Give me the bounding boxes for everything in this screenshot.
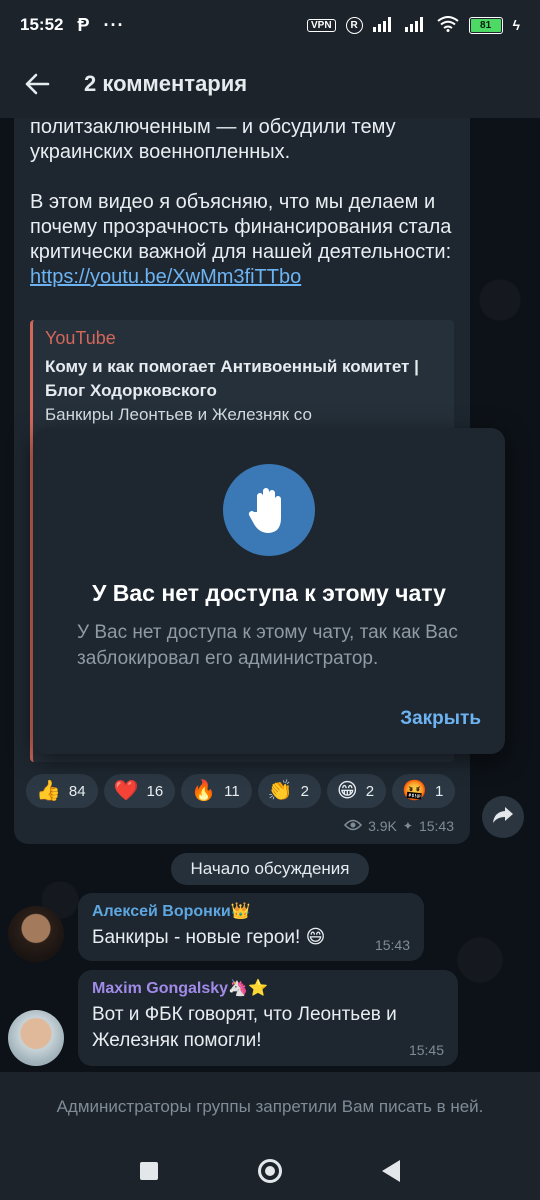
reaction-grin[interactable]: 😁 2 <box>326 774 387 808</box>
discussion-start-label: Начало обсуждения <box>171 853 369 885</box>
avatar[interactable] <box>8 906 64 962</box>
arrow-left-icon[interactable] <box>22 69 52 99</box>
reaction-count: 16 <box>146 782 164 800</box>
chat-header: 2 комментария <box>0 50 540 118</box>
battery-level: 81 <box>470 18 501 32</box>
wifi-icon <box>436 15 459 35</box>
close-button[interactable]: Закрыть <box>400 708 481 730</box>
comment-author[interactable]: Алексей Воронки👑 <box>92 901 410 921</box>
access-denied-dialog: У Вас нет доступа к этому чату У Вас нет… <box>33 428 505 754</box>
signal-icon <box>404 16 427 35</box>
share-button[interactable] <box>482 796 524 838</box>
link-preview-source: YouTube <box>45 328 116 348</box>
views-count: 3.9K <box>368 818 397 834</box>
unicorn-star-icon: 🦄⭐ <box>228 980 268 997</box>
status-time: 15:52 <box>20 15 64 34</box>
comment-author[interactable]: Maxim Gongalsky🦄⭐ <box>92 978 444 998</box>
input-disabled-text: Администраторы группы запретили Вам писа… <box>56 1097 484 1116</box>
post-time: 15:43 <box>418 818 454 834</box>
crown-icon: 👑 <box>230 903 251 920</box>
dialog-message: У Вас нет доступа к этому чату, так как … <box>77 622 458 669</box>
parler-icon: Ᵽ <box>77 14 90 35</box>
comment-text: Банкиры - новые герои! 😄 <box>92 927 326 948</box>
dialog-title: У Вас нет доступа к этому чату <box>92 580 446 606</box>
thumbs-up-icon: 👍 <box>36 780 61 802</box>
signal-icon <box>372 16 395 35</box>
comment-time: 15:45 <box>408 1042 444 1058</box>
reaction-angry[interactable]: 🤬 1 <box>392 774 456 808</box>
r-icon: R <box>345 16 363 34</box>
fire-icon: 🔥 <box>191 780 217 802</box>
home-icon[interactable] <box>258 1159 282 1183</box>
avatar[interactable] <box>8 1010 64 1066</box>
angry-face-icon: 🤬 <box>402 780 428 802</box>
reaction-count: 2 <box>365 782 375 800</box>
post-text: В этом видео я объясняю, что мы делаем и… <box>30 191 452 263</box>
reaction-count: 84 <box>68 782 86 800</box>
reaction-clap[interactable]: 👏 2 <box>257 774 321 808</box>
reaction-count: 1 <box>435 782 444 800</box>
reaction-count: 2 <box>300 782 309 800</box>
reaction-fire[interactable]: 🔥 11 <box>181 774 252 808</box>
youtube-link[interactable]: https://youtu.be/XwMm3fiTTbo <box>30 266 301 288</box>
recent-apps-icon[interactable] <box>140 1162 158 1180</box>
post-meta: 3.9K ✦ 15:43 <box>344 818 454 834</box>
comment-text: Вот и ФБК говорят, что Леонтьев и Железн… <box>92 1004 397 1051</box>
vpn-icon: VPN <box>307 18 336 32</box>
pin-icon: ✦ <box>402 819 413 833</box>
share-arrow-icon <box>492 806 514 829</box>
comment-time: 15:43 <box>374 937 410 953</box>
charging-icon: ϟ <box>512 17 520 33</box>
input-disabled-bar: Администраторы группы запретили Вам писа… <box>0 1072 540 1142</box>
grin-icon: 😁 <box>336 780 358 802</box>
comment-bubble: Maxim Gongalsky🦄⭐ Вот и ФБК говорят, что… <box>78 970 458 1066</box>
status-bar: 15:52 Ᵽ ··· VPN R 81 ϟ <box>0 0 540 50</box>
reactions-row: 👍 84 ❤️ 16 🔥 11 👏 2 😁 2 🤬 1 <box>26 774 466 808</box>
post-text-paragraph-1: политзаключенным — и обсудили тему украи… <box>30 118 396 163</box>
hand-stop-icon <box>223 464 315 556</box>
eye-icon <box>344 818 363 834</box>
reaction-thumbs-up[interactable]: 👍 84 <box>26 774 98 808</box>
more-dots-icon: ··· <box>103 14 125 35</box>
reaction-count: 11 <box>224 782 240 800</box>
page-title: 2 комментария <box>84 71 248 96</box>
link-preview-title: Кому и как помогает Антивоенный комитет … <box>45 357 419 400</box>
link-preview-description: Банкиры Леонтьев и Железняк со <box>45 405 312 424</box>
back-triangle-icon[interactable] <box>382 1160 400 1182</box>
reaction-heart[interactable]: ❤️ 16 <box>103 774 176 808</box>
heart-icon: ❤️ <box>113 780 139 802</box>
system-nav-bar <box>0 1142 540 1200</box>
clap-icon: 👏 <box>267 780 293 802</box>
comment-bubble: Алексей Воронки👑 Банкиры - новые герои! … <box>78 893 424 961</box>
post-text-paragraph-2: В этом видео я объясняю, что мы делаем и… <box>30 190 455 290</box>
battery-icon: 81 <box>468 16 503 34</box>
